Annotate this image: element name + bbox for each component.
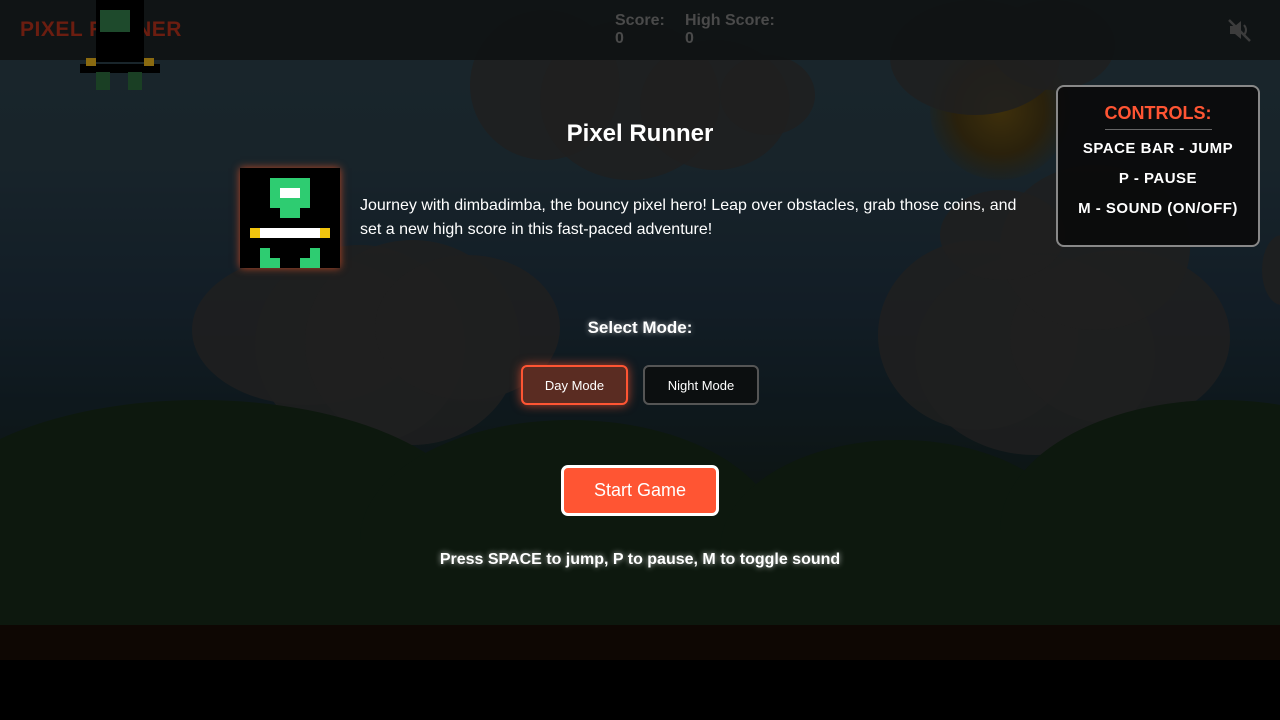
high-score-label: High Score:: [685, 12, 775, 29]
sound-muted-icon[interactable]: [1226, 16, 1254, 44]
day-mode-button[interactable]: Day Mode: [521, 365, 628, 405]
hero-portrait: [240, 168, 340, 268]
controls-hint: Press SPACE to jump, P to pause, M to to…: [439, 551, 841, 568]
control-pause: P - PAUSE: [1118, 170, 1198, 187]
score-label: Score:: [615, 12, 665, 29]
game-description: Journey with dimbadimba, the bouncy pixe…: [360, 197, 1017, 238]
select-mode-label: Select Mode:: [587, 318, 693, 337]
control-sound: M - SOUND (ON/OFF): [1078, 200, 1238, 217]
hud-bar: PIXEL RUNNER Score: 0 High Score: 0: [0, 0, 1280, 60]
control-jump: SPACE BAR - JUMP: [1082, 140, 1234, 157]
high-score-value: 0: [685, 30, 694, 47]
score-display: Score: 0: [615, 12, 665, 48]
night-mode-button[interactable]: Night Mode: [643, 365, 759, 405]
controls-panel: CONTROLS: SPACE BAR - JUMP P - PAUSE M -…: [1056, 85, 1260, 247]
player-character: [80, 0, 160, 90]
score-value: 0: [615, 30, 624, 47]
start-game-button[interactable]: Start Game: [561, 465, 719, 516]
high-score-display: High Score: 0: [685, 12, 775, 48]
controls-title: CONTROLS:: [1104, 103, 1212, 130]
